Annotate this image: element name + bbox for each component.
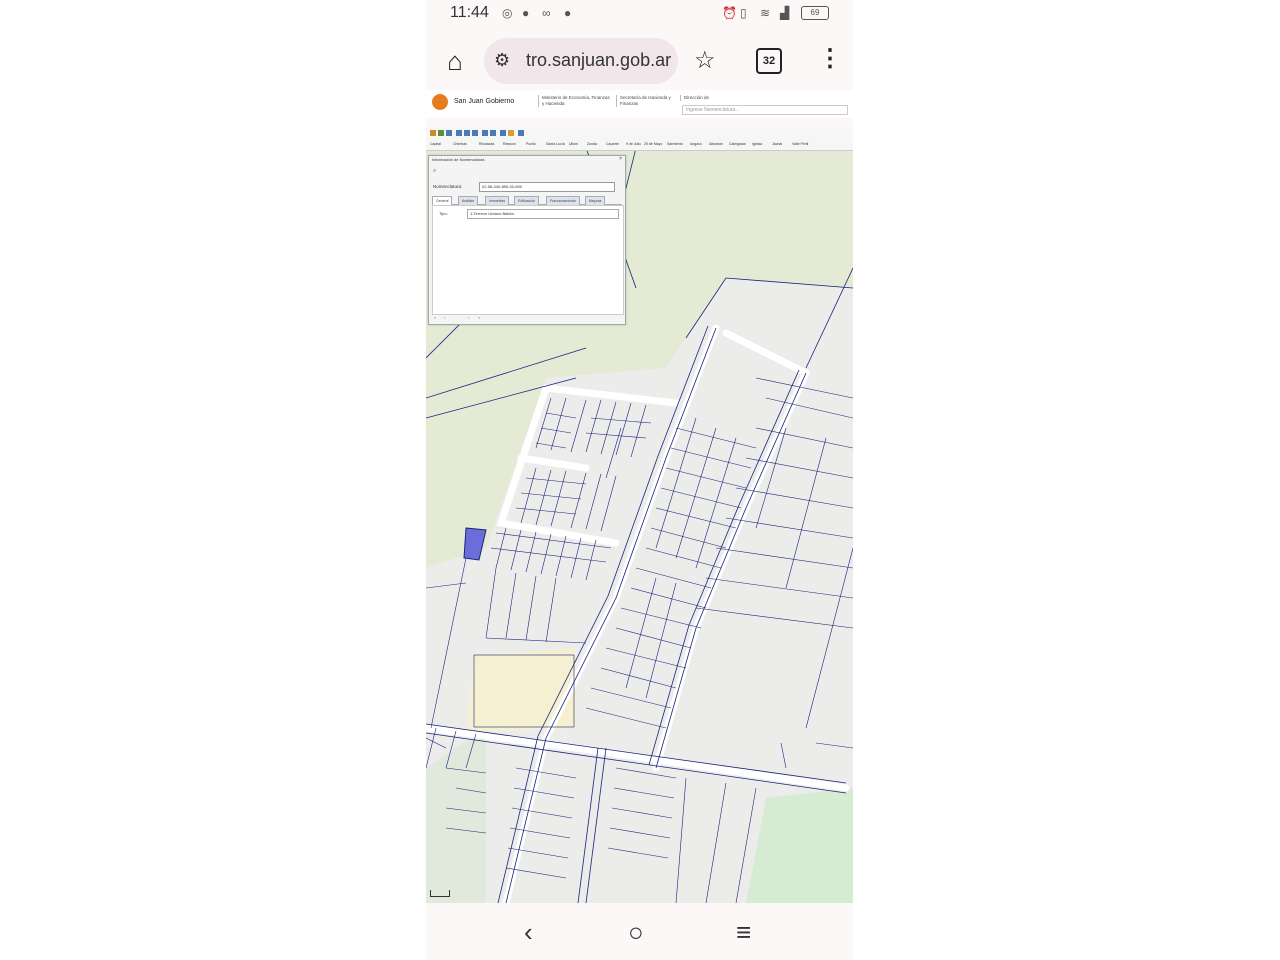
browser-toolbar: ⌂ ⚙ tro.sanjuan.gob.ar ☆ 32 ⋮ xyxy=(426,36,853,86)
vibrate-icon: ▯ xyxy=(740,6,747,20)
layer-item[interactable]: Zonda xyxy=(587,142,597,146)
phone-screen: 11:44 ◎ ● ∞ ● ⏰ ▯ ≋ ▟ 69 ⌂ ⚙ tro.sanjuan… xyxy=(426,0,853,960)
close-icon[interactable]: × xyxy=(619,156,622,162)
layer-item[interactable]: Capital xyxy=(430,142,441,146)
nomenclatura-label: Nomenclatura: xyxy=(433,184,463,189)
home-icon[interactable]: ⌂ xyxy=(440,46,470,76)
address-bar[interactable]: ⚙ tro.sanjuan.gob.ar xyxy=(484,38,678,84)
layer-item[interactable]: 25 de Mayo xyxy=(644,142,662,146)
layer-item[interactable]: Santa Lucía xyxy=(546,142,565,146)
layer-item[interactable]: Sarmiento xyxy=(667,142,683,146)
map-tool-icon[interactable] xyxy=(482,130,488,136)
map-tool-icon[interactable] xyxy=(490,130,496,136)
android-nav-bar: ‹ ○ ≡ xyxy=(426,903,853,960)
header-section-direccion[interactable]: Dirección de xyxy=(680,95,744,101)
site-header: San Juan Gobierno Ministerio de Economía… xyxy=(426,90,853,118)
voicemail-icon: ∞ xyxy=(542,6,551,20)
layer-item[interactable]: Pocito xyxy=(526,142,536,146)
site-settings-icon[interactable]: ⚙ xyxy=(494,50,510,71)
layer-item[interactable]: Caucete xyxy=(606,142,619,146)
tab-fraccionamiento[interactable]: Fraccionamiento xyxy=(546,196,580,205)
map-tool-icon[interactable] xyxy=(500,130,506,136)
whatsapp-icon: ◎ xyxy=(502,6,513,20)
header-section-hacienda[interactable]: Secretaría de Hacienda y Finanzas xyxy=(616,95,680,107)
tab-inmuebles[interactable]: Inmuebles xyxy=(485,196,510,205)
map-tool-icon[interactable] xyxy=(508,130,514,136)
layer-item[interactable]: Albardón xyxy=(709,142,723,146)
clock: 11:44 xyxy=(450,4,489,21)
panel-body xyxy=(432,205,624,315)
header-section-economia[interactable]: Ministerio de Economía, Finanzas y Hacie… xyxy=(538,95,612,107)
map-tool-icon[interactable] xyxy=(518,130,524,136)
nomenclatura-field[interactable]: 02-58-040-855-00-800 xyxy=(479,182,615,192)
url-text: tro.sanjuan.gob.ar xyxy=(526,50,672,70)
cadastral-map[interactable]: Capital Chimbas Rivadavia Rawson Pocito … xyxy=(426,128,853,903)
map-tool-icon[interactable] xyxy=(430,130,436,136)
tab-mejoras[interactable]: Mejoras xyxy=(585,196,606,205)
chat-icon: ● xyxy=(564,6,572,20)
map-tool-icon[interactable] xyxy=(456,130,462,136)
tab-analisis[interactable]: Análisis xyxy=(458,196,479,205)
next-page-icon[interactable]: › xyxy=(468,315,469,320)
alarm-icon: ⏰ xyxy=(722,6,737,20)
back-icon[interactable]: ‹ xyxy=(524,917,533,948)
status-bar: 11:44 ◎ ● ∞ ● ⏰ ▯ ≋ ▟ 69 xyxy=(426,0,853,28)
panel-title: Información de Nomenclatura xyxy=(432,157,485,162)
tab-general[interactable]: General xyxy=(432,196,453,205)
first-page-icon[interactable]: « xyxy=(434,315,436,320)
more-menu-icon[interactable]: ⋮ xyxy=(818,44,842,73)
chat-icon: ● xyxy=(522,6,530,20)
search-icon[interactable]: ⌕ xyxy=(433,168,436,175)
map-tool-icon[interactable] xyxy=(438,130,444,136)
map-toolbar: Capital Chimbas Rivadavia Rawson Pocito … xyxy=(426,128,853,151)
site-logo-text: San Juan Gobierno xyxy=(454,98,515,105)
battery-indicator: 69 xyxy=(801,6,829,20)
tab-switcher-button[interactable]: 32 xyxy=(756,48,782,74)
tipo-label: Tipo: xyxy=(439,211,448,216)
wifi-icon: ≋ xyxy=(760,6,771,20)
nomenclatura-search-input[interactable]: Ingrese Nomenclatura... xyxy=(682,105,848,115)
info-panel[interactable]: Información de Nomenclatura × ⌕ Nomencla… xyxy=(428,155,626,325)
signal-icon: ▟ xyxy=(780,6,790,20)
prev-page-icon[interactable]: ‹ xyxy=(444,315,445,320)
panel-tabs: General Análisis Inmuebles Edificación F… xyxy=(432,196,622,205)
layer-item[interactable]: Chimbas xyxy=(453,142,467,146)
layer-item[interactable]: Calingasta xyxy=(729,142,746,146)
recents-icon[interactable]: ≡ xyxy=(736,917,751,948)
scale-bar xyxy=(430,890,450,897)
tab-edificacion[interactable]: Edificación xyxy=(514,196,539,205)
map-tool-icon[interactable] xyxy=(472,130,478,136)
layer-item[interactable]: 9 de Julio xyxy=(626,142,641,146)
layer-item[interactable]: Ullum xyxy=(569,142,578,146)
layer-item[interactable]: Angaco xyxy=(690,142,702,146)
layer-item[interactable]: Iglesia xyxy=(752,142,762,146)
layer-item[interactable]: Rivadavia xyxy=(479,142,494,146)
last-page-icon[interactable]: » xyxy=(478,315,480,320)
map-tool-icon[interactable] xyxy=(464,130,470,136)
tipo-field[interactable]: 1-Terreno Urbano Baldío xyxy=(467,209,619,219)
layer-item[interactable]: Jáchal xyxy=(772,142,782,146)
map-tool-icon[interactable] xyxy=(446,130,452,136)
layer-item[interactable]: Valle Fértil xyxy=(792,142,808,146)
layer-item[interactable]: Rawson xyxy=(503,142,516,146)
panel-pager: « ‹ › » xyxy=(432,315,622,322)
sun-logo-icon xyxy=(432,94,448,110)
home-nav-icon[interactable]: ○ xyxy=(628,917,644,948)
bookmark-star-icon[interactable]: ☆ xyxy=(694,46,716,75)
